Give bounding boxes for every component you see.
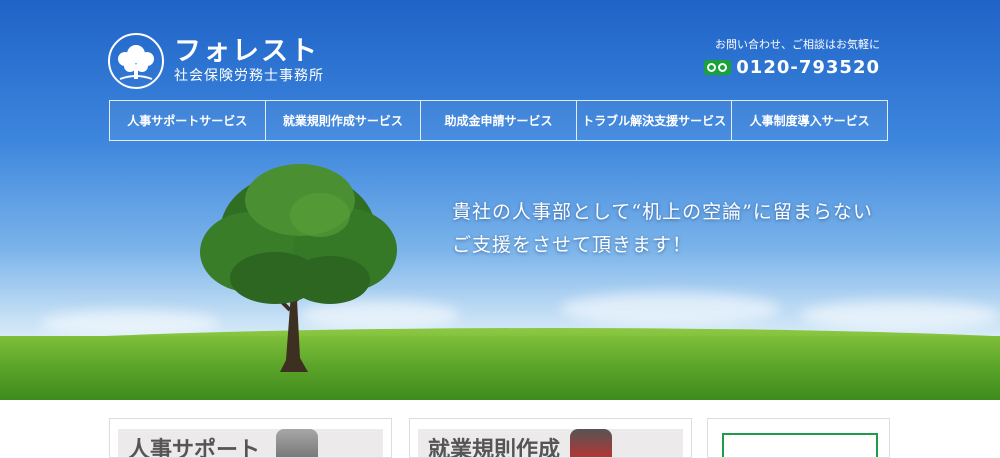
service-card-hr-support[interactable]: 人事サポート [109,418,392,458]
nav-item-trouble-support[interactable]: トラブル解決支援サービス [576,101,733,140]
contact-block: お問い合わせ、ご相談はお気軽に 0120-793520 [700,38,880,78]
side-banner-card[interactable] [707,418,890,458]
main-nav: 人事サポートサービス 就業規則作成サービス 助成金申請サービス トラブル解決支援… [109,100,888,141]
side-banner [722,433,878,457]
phone-link[interactable]: 0120-793520 [700,57,880,78]
nav-item-work-rules[interactable]: 就業規則作成サービス [265,101,422,140]
site-logo[interactable]: フォレスト 社会保険労務士事務所 [108,33,324,89]
nav-item-hr-system[interactable]: 人事制度導入サービス [732,101,887,140]
nav-item-subsidy[interactable]: 助成金申請サービス [421,101,577,140]
tagline-line-2: ご支援をさせて頂きます！ [452,234,693,256]
grass-field [0,336,1000,400]
tree-logo-icon [108,33,164,89]
phone-number: 0120-793520 [736,57,880,78]
cloud [560,292,780,326]
tree-illustration [200,164,397,372]
freedial-icon [704,60,732,75]
card-photo [570,429,612,457]
card-title: 人事サポート [128,438,261,458]
cloud [800,300,1000,330]
logo-subtitle: 社会保険労務士事務所 [174,68,324,84]
card-photo [276,429,318,457]
hero-tagline: 貴社の人事部として“机上の空論”に留まらない ご支援をさせて頂きます！ [452,196,873,262]
logo-name: フォレスト [174,36,319,67]
nav-item-hr-support[interactable]: 人事サポートサービス [110,101,266,140]
contact-label: お問い合わせ、ご相談はお気軽に [715,38,880,51]
tagline-line-1: 貴社の人事部として“机上の空論”に留まらない [452,201,873,223]
hero-banner: フォレスト 社会保険労務士事務所 お問い合わせ、ご相談はお気軽に 0120-79… [0,0,1000,400]
service-card-work-rules[interactable]: 就業規則作成 [409,418,692,458]
card-title: 就業規則作成 [428,438,561,458]
